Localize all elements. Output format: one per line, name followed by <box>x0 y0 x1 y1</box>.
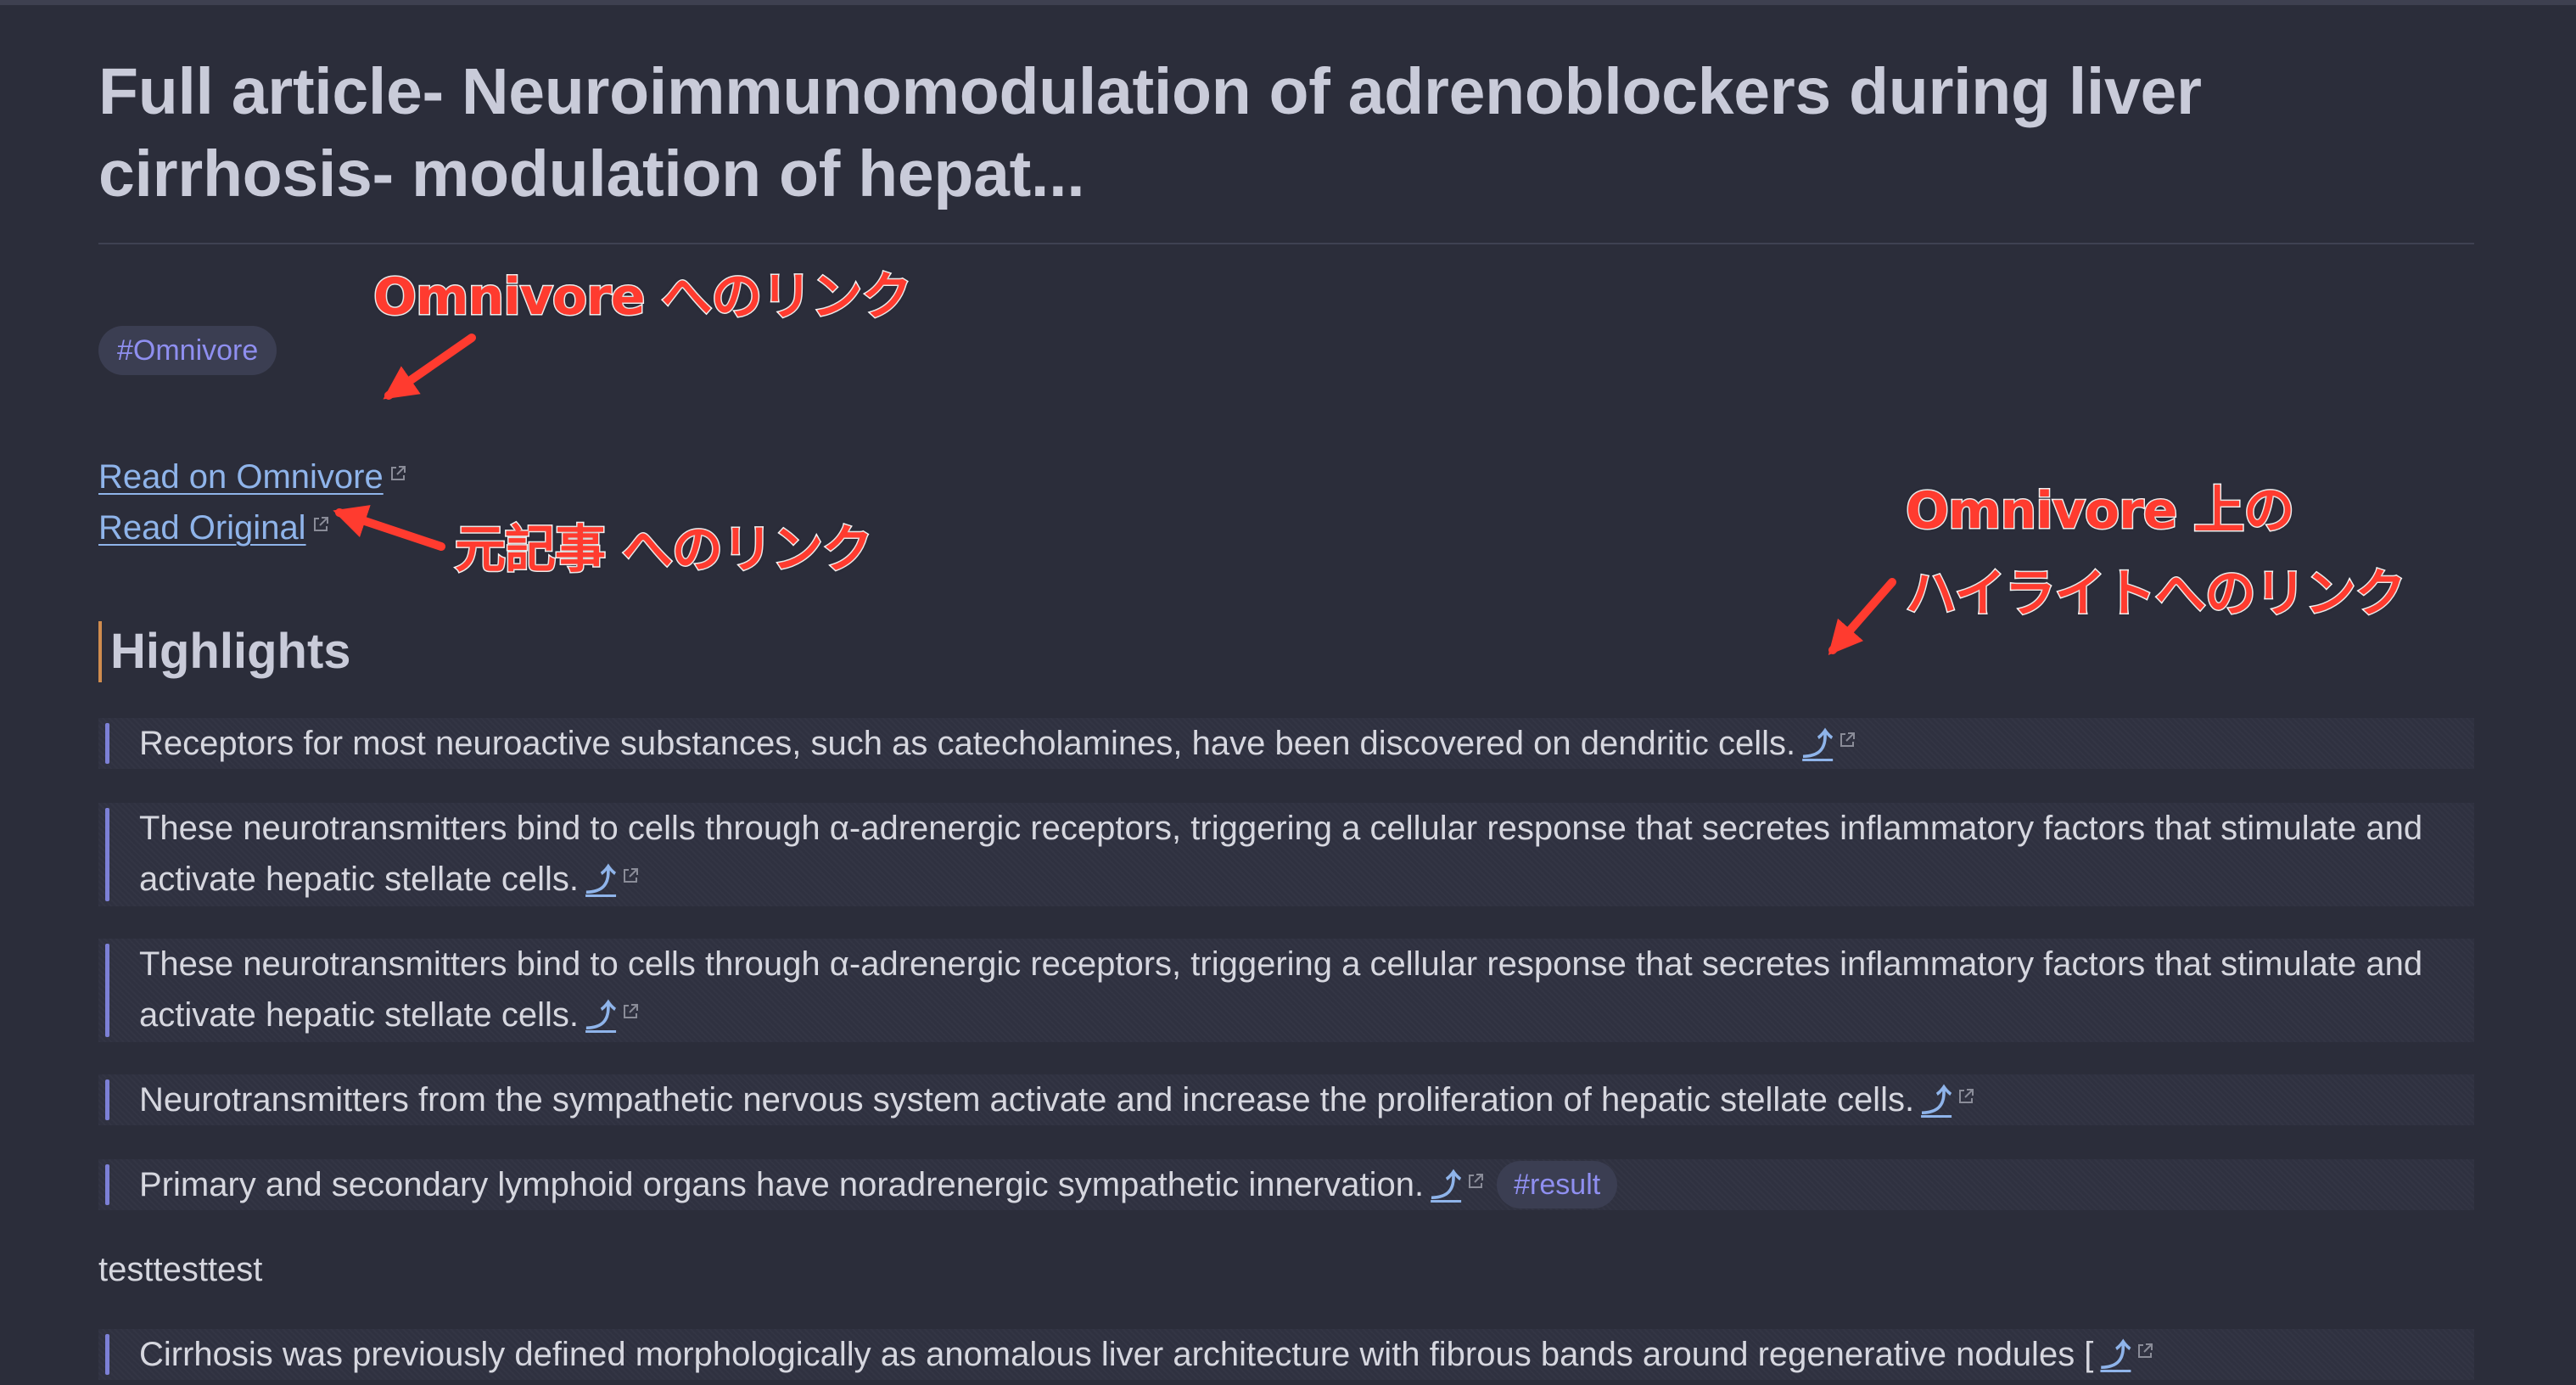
external-link-icon <box>624 868 639 883</box>
highlight-text: Cirrhosis was previously defined morphol… <box>139 1336 2094 1373</box>
highlight-quote: Cirrhosis was previously defined morphol… <box>98 1329 2474 1380</box>
external-link-icon <box>1959 1089 1974 1103</box>
read-original-link[interactable]: Read Original <box>98 504 330 552</box>
highlight-link[interactable]: ⤴ <box>1921 1075 1952 1126</box>
omnivore-tag[interactable]: #Omnivore <box>98 326 277 375</box>
highlight-text: Primary and secondary lymphoid organs ha… <box>139 1166 1425 1203</box>
highlight-link[interactable]: ⤴ <box>1802 719 1833 770</box>
window-top-border <box>0 0 2576 5</box>
external-link-icon <box>2138 1343 2153 1358</box>
highlight-link[interactable]: ⤴ <box>585 855 616 906</box>
highlight-text: These neurotransmitters bind to cells th… <box>139 945 2423 1034</box>
read-on-omnivore-label: Read on Omnivore <box>98 458 384 496</box>
arrow-to-highlight-link <box>1828 578 1896 656</box>
highlight-link[interactable]: ⤴ <box>2100 1330 2131 1381</box>
external-link-icon <box>1469 1174 1484 1188</box>
highlight-link[interactable]: ⤴ <box>1431 1160 1461 1211</box>
note-text[interactable]: testtesttest <box>98 1244 262 1295</box>
highlights-heading: Highlights <box>98 621 351 682</box>
highlight-quote: These neurotransmitters bind to cells th… <box>98 803 2474 906</box>
read-on-omnivore-link[interactable]: Read on Omnivore <box>98 453 407 501</box>
highlight-quote: Receptors for most neuroactive substance… <box>98 718 2474 769</box>
arrow-to-original-link <box>333 505 445 551</box>
highlight-quote: Primary and secondary lymphoid organs ha… <box>98 1159 2474 1210</box>
highlight-quote: Neurotransmitters from the sympathetic n… <box>98 1074 2474 1125</box>
annotation-original-link: 元記事 へのリンク <box>454 519 875 581</box>
note-page: Full article- Neuroimmunomodulation of a… <box>98 51 2474 1380</box>
highlight-link[interactable]: ⤴ <box>585 990 616 1041</box>
highlight-text: Neurotransmitters from the sympathetic n… <box>139 1081 1915 1119</box>
highlight-text: These neurotransmitters bind to cells th… <box>139 810 2423 898</box>
external-link-icon <box>1840 732 1856 747</box>
read-original-label: Read Original <box>98 509 306 547</box>
arrow-to-omnivore-link <box>383 334 476 400</box>
highlight-quote: These neurotransmitters bind to cells th… <box>98 939 2474 1042</box>
result-tag[interactable]: #result <box>1497 1161 1618 1208</box>
external-link-icon <box>390 466 406 480</box>
annotation-omnivore-link: Omnivore へのリンク <box>372 266 913 328</box>
highlight-text: Receptors for most neuroactive substance… <box>139 725 1796 762</box>
annotation-highlight-link-line2: ハイライトへのリンク <box>1905 564 2408 625</box>
page-title: Full article- Neuroimmunomodulation of a… <box>98 55 2202 210</box>
title-divider <box>98 243 2474 244</box>
external-link-icon <box>313 517 328 531</box>
annotation-highlight-link-line1: Omnivore 上の <box>1904 480 2295 542</box>
external-link-icon <box>624 1004 639 1018</box>
